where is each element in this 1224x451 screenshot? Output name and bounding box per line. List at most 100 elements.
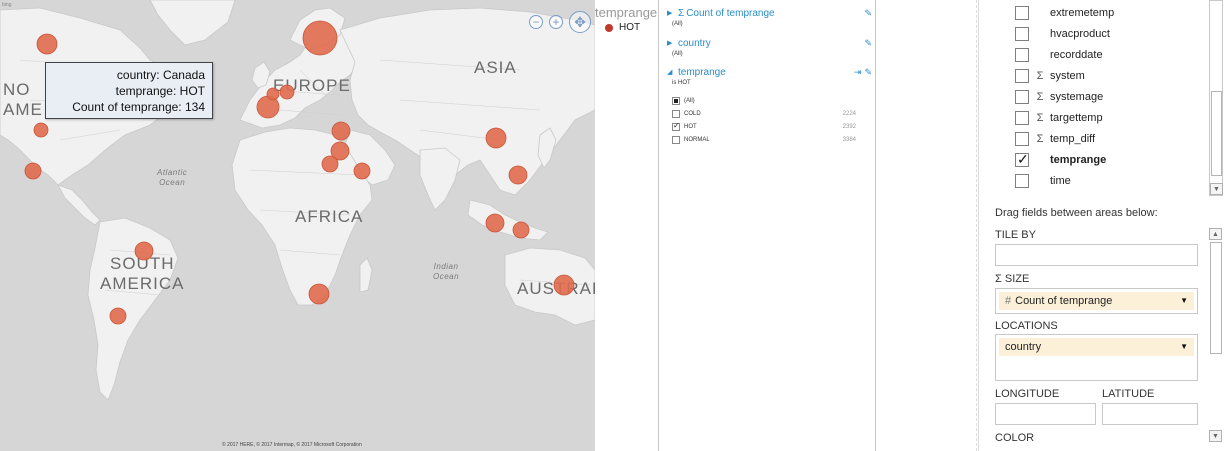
field-row-recorddate[interactable]: recorddate <box>1015 47 1103 63</box>
field-name: time <box>1050 175 1071 187</box>
filter-value-label: HOT <box>684 123 697 130</box>
checkbox[interactable] <box>1015 132 1029 146</box>
size-label: SIZE <box>1004 273 1030 285</box>
dropdown-arrow-icon[interactable]: ▼ <box>1180 342 1188 351</box>
scroll-down-icon[interactable]: ▼ <box>1209 430 1222 442</box>
expand-triangle-icon[interactable]: ▶ <box>667 39 678 47</box>
map-bubble[interactable] <box>279 84 295 100</box>
zoom-out-button[interactable]: − <box>529 15 543 29</box>
checkbox[interactable] <box>672 109 680 118</box>
expand-triangle-icon[interactable]: ▶ <box>667 9 678 17</box>
locations-field-name: country <box>1005 341 1042 353</box>
longitude-drop-area[interactable] <box>995 403 1096 425</box>
locations-drop-area[interactable]: country ▼ <box>995 334 1198 381</box>
map-bubble[interactable] <box>302 20 338 56</box>
scroll-thumb[interactable] <box>1211 91 1222 176</box>
tooltip-temprange-value: HOT <box>179 84 205 98</box>
clear-filter-icon[interactable]: ✎ <box>864 8 872 19</box>
checkbox[interactable] <box>1015 174 1029 188</box>
size-field-pill[interactable]: # Count of temprange ▼ <box>999 292 1194 310</box>
power-view-report: bing NO AME EUROPE ASIA AFRICA SOUTH AME… <box>0 0 1224 451</box>
clear-filter-icon[interactable]: ✎ <box>864 38 872 49</box>
filter-title: country <box>678 37 711 49</box>
field-list-scrollbar[interactable]: ▼ <box>1209 0 1223 196</box>
scroll-down-icon[interactable]: ▼ <box>1210 183 1223 195</box>
sigma-icon: Σ <box>678 7 685 19</box>
clear-filter-icon[interactable]: ✎ <box>864 67 872 78</box>
field-row-extremetemp[interactable]: extremetemp <box>1015 5 1114 21</box>
field-row-hvacproduct[interactable]: hvacproduct <box>1015 26 1110 42</box>
map-bubble[interactable] <box>331 121 351 141</box>
filter-count-of-temprange[interactable]: ▶ Σ Count of temprange ✎ (All) <box>667 7 872 28</box>
size-label-row: Σ SIZE <box>995 273 1029 285</box>
field-name: systemage <box>1050 91 1104 103</box>
color-label: COLOR <box>995 432 1035 444</box>
size-drop-area[interactable]: # Count of temprange ▼ <box>995 288 1198 314</box>
collapse-triangle-icon[interactable]: ◢ <box>667 68 678 76</box>
map-visualization[interactable]: bing NO AME EUROPE ASIA AFRICA SOUTH AME… <box>0 0 595 451</box>
filter-title: Count of temprange <box>686 7 775 19</box>
checkbox[interactable] <box>1015 27 1029 41</box>
map-bubble[interactable] <box>33 122 49 138</box>
filter-value-count: 2392 <box>842 123 856 130</box>
map-bubble[interactable] <box>512 221 530 239</box>
zoom-in-button[interactable]: + <box>549 15 563 29</box>
checkbox-checked[interactable] <box>1015 151 1029 168</box>
map-bubble[interactable] <box>321 155 339 173</box>
map-bubble[interactable] <box>308 283 330 305</box>
map-bubble[interactable] <box>109 307 127 325</box>
checkbox[interactable] <box>1015 6 1029 20</box>
checkbox[interactable] <box>1015 48 1029 62</box>
filter-summary: (All) <box>672 51 683 57</box>
pan-control[interactable]: ✥ <box>569 11 591 33</box>
map-bubble[interactable] <box>24 162 42 180</box>
checkbox-checked[interactable] <box>672 121 680 131</box>
filter-header[interactable]: ▶ country ✎ <box>667 37 872 49</box>
checkbox[interactable] <box>1015 90 1029 104</box>
field-row-temp-diff[interactable]: Σtemp_diff <box>1015 131 1095 147</box>
longitude-label: LONGITUDE <box>995 388 1060 400</box>
hash-icon: # <box>1005 295 1012 307</box>
scroll-up-icon[interactable]: ▲ <box>1209 228 1222 240</box>
filter-value-label: NORMAL <box>684 136 710 143</box>
map-bubble[interactable] <box>134 241 154 261</box>
filter-header[interactable]: ◢ temprange ⇥ ✎ <box>667 66 872 78</box>
map-bubble[interactable] <box>353 162 371 180</box>
field-row-systemage[interactable]: Σsystemage <box>1015 89 1103 105</box>
map-bubble[interactable] <box>266 87 280 101</box>
advanced-filter-icon[interactable]: ⇥ <box>854 67 862 78</box>
areas-scrollbar[interactable]: ▲ ▼ <box>1209 228 1223 451</box>
filter-country[interactable]: ▶ country ✎ (All) <box>667 37 872 58</box>
filter-value-all[interactable]: (All) <box>672 94 872 107</box>
power-view-fields-pane: extremetemp hvacproduct recorddate Σsystem Σ… <box>978 0 1224 451</box>
latitude-drop-area[interactable] <box>1102 403 1198 425</box>
filter-value-hot[interactable]: HOT 2392 <box>672 120 872 133</box>
map-bubble[interactable] <box>553 274 575 296</box>
report-canvas-blank <box>877 0 977 451</box>
map-bubble[interactable] <box>485 213 505 233</box>
tooltip-country-label: country: <box>116 68 160 82</box>
filter-temprange[interactable]: ◢ temprange ⇥ ✎ is HOT (All) COLD 2224 ✓… <box>667 66 872 146</box>
checkbox[interactable] <box>1015 69 1029 83</box>
legend-title: temprange <box>595 5 658 20</box>
map-bubble[interactable] <box>36 33 58 55</box>
field-row-system[interactable]: Σsystem <box>1015 68 1085 84</box>
map-bubble[interactable] <box>485 127 507 149</box>
dropdown-arrow-icon[interactable]: ▼ <box>1180 296 1188 305</box>
checkbox-partial[interactable] <box>672 96 680 105</box>
filter-header[interactable]: ▶ Σ Count of temprange ✎ <box>667 7 872 19</box>
scroll-thumb[interactable] <box>1210 242 1222 354</box>
locations-field-pill[interactable]: country ▼ <box>999 338 1194 356</box>
field-row-targettemp[interactable]: Σtargettemp <box>1015 110 1103 126</box>
tooltip-temprange-label: temprange: <box>115 84 177 98</box>
checkbox[interactable] <box>1015 111 1029 125</box>
field-row-time[interactable]: time <box>1015 173 1071 189</box>
map-bubble[interactable] <box>508 165 528 185</box>
filter-value-normal[interactable]: NORMAL 3384 <box>672 133 872 146</box>
checkbox[interactable] <box>672 135 680 144</box>
filter-value-cold[interactable]: COLD 2224 <box>672 107 872 120</box>
size-field-name: Count of temprange <box>1015 295 1113 307</box>
legend-item-label: HOT <box>619 22 641 33</box>
tile-by-drop-area[interactable] <box>995 244 1198 266</box>
field-row-temprange[interactable]: temprange <box>1015 151 1106 168</box>
